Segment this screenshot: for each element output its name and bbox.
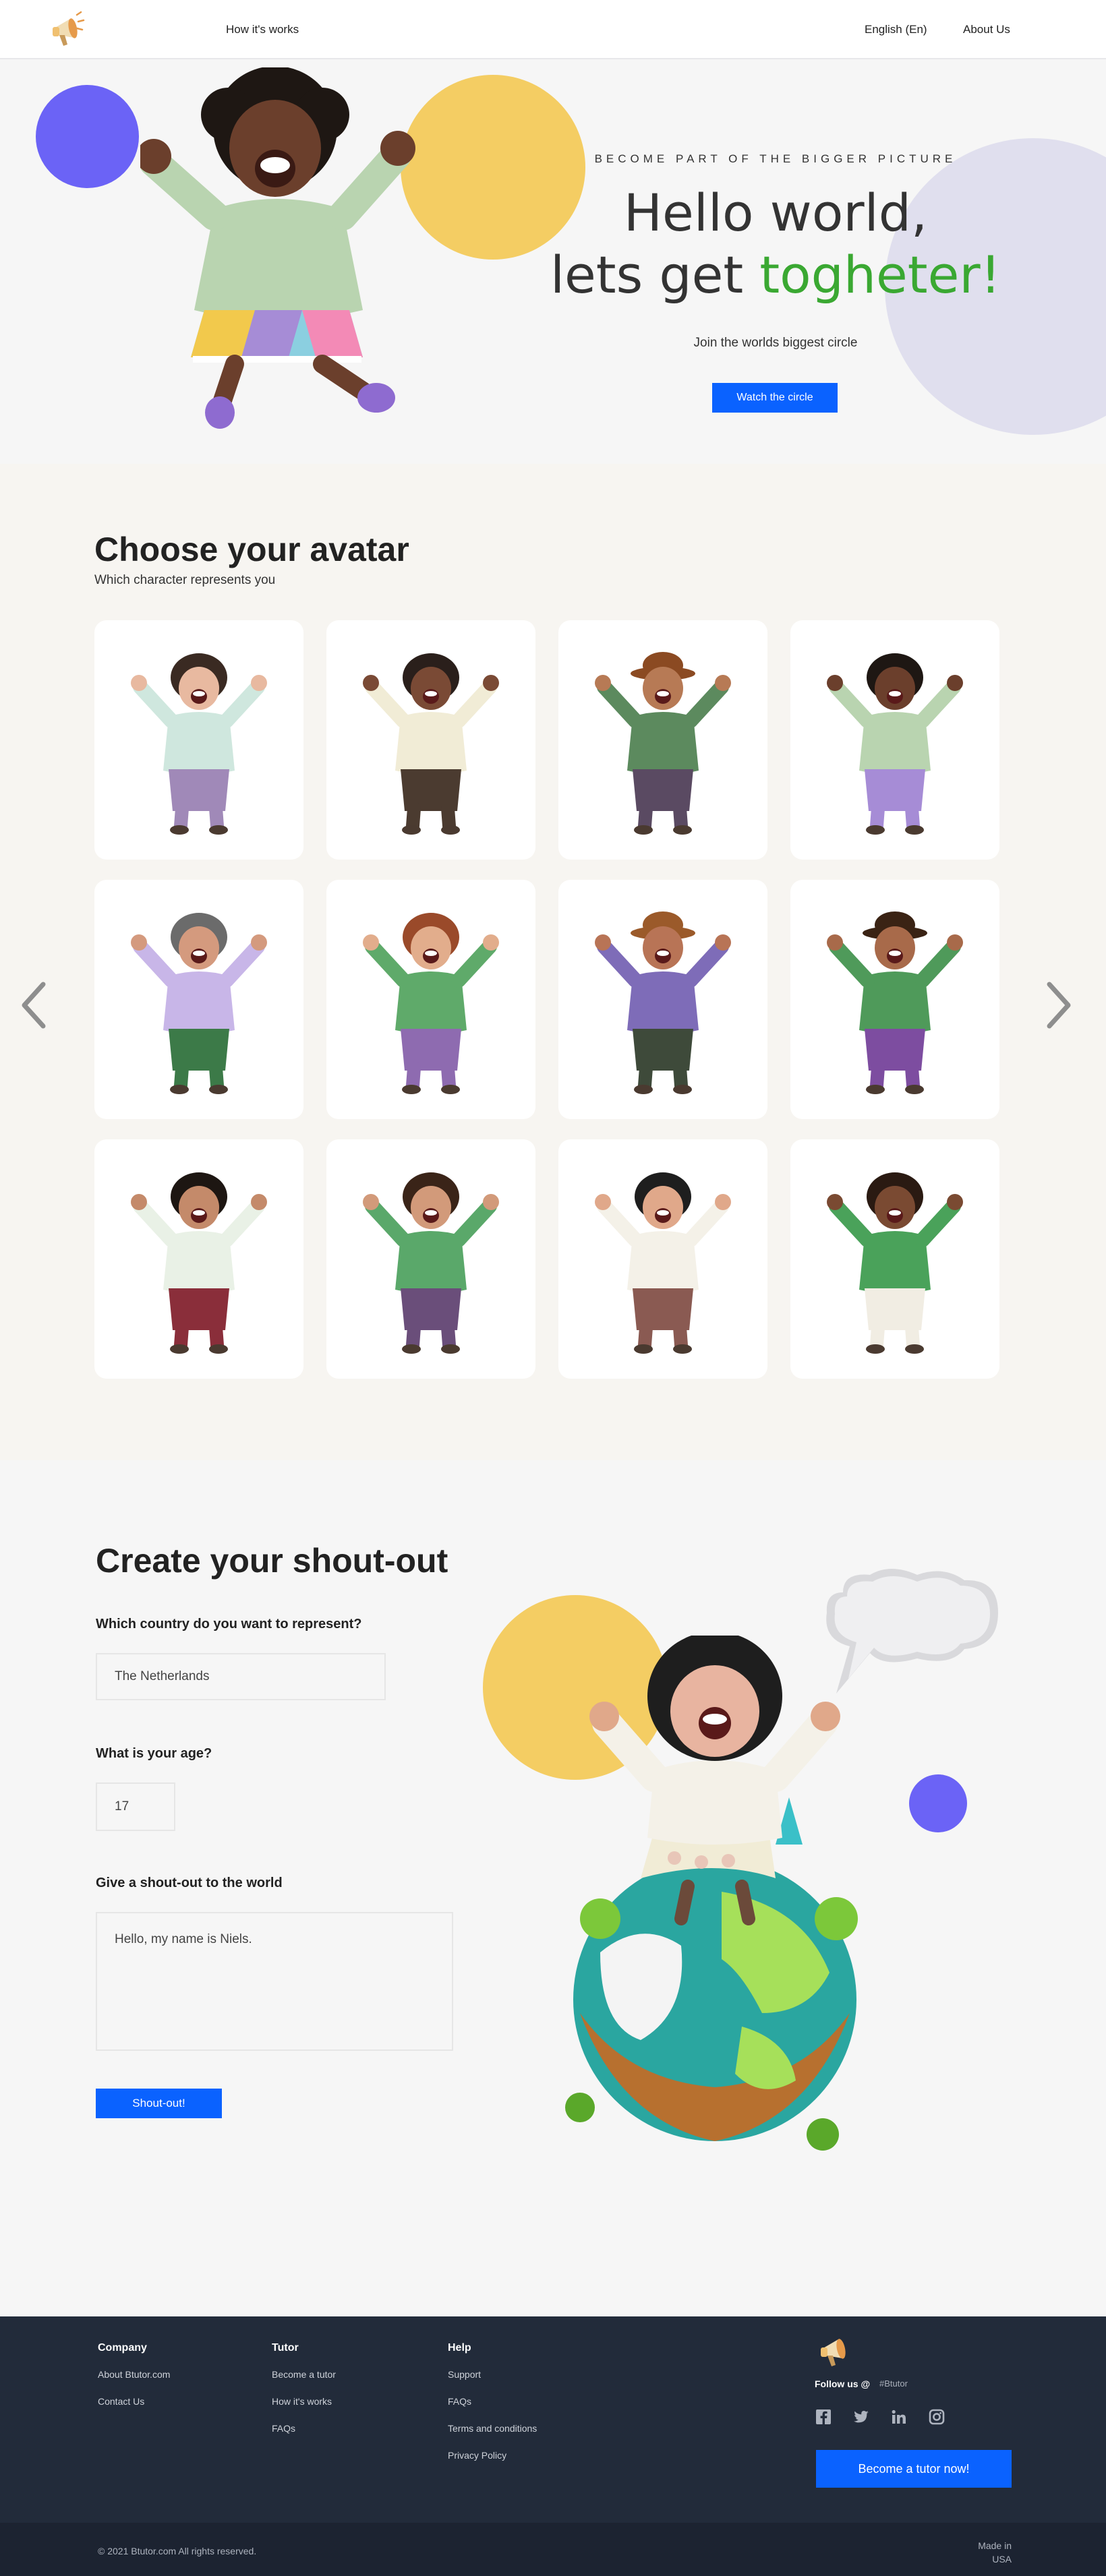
twitter-icon[interactable] xyxy=(852,2408,870,2426)
avatar-card[interactable] xyxy=(326,620,535,860)
hero-subtitle: Join the worlds biggest circle xyxy=(693,336,858,350)
top-navigation: How it's works English (En) About Us xyxy=(0,0,1106,59)
country-field[interactable]: The Netherlands xyxy=(96,1653,386,1700)
megaphone-icon[interactable] xyxy=(815,2329,856,2372)
avatar-section-title: Choose your avatar xyxy=(94,531,409,568)
footer-link-tutor-faqs[interactable]: FAQs xyxy=(272,2423,336,2434)
avatar-card[interactable] xyxy=(558,880,767,1119)
hero-headline-line2: lets get xyxy=(550,245,760,305)
avatar-card[interactable] xyxy=(94,880,303,1119)
avatar-character-image xyxy=(363,912,499,1094)
avatar-card[interactable] xyxy=(94,1139,303,1379)
country-label: Which country do you want to represent? xyxy=(96,1617,362,1631)
footer-link-terms[interactable]: Terms and conditions xyxy=(448,2423,537,2434)
hero-character-image xyxy=(140,67,415,429)
avatar-character-image xyxy=(827,1172,963,1354)
footer-company-column: Company About Btutor.com Contact Us xyxy=(98,2342,170,2423)
made-in-text: Made in USA xyxy=(964,2539,1012,2566)
hero-headline: Hello world, lets get togheter! xyxy=(533,182,1018,306)
avatar-character-image xyxy=(595,1172,731,1354)
follow-us-label: Follow us @ xyxy=(815,2378,871,2389)
decor-circle-blue xyxy=(909,1774,967,1832)
avatar-character-image xyxy=(131,912,267,1094)
avatar-card[interactable] xyxy=(558,620,767,860)
message-textarea[interactable]: Hello, my name is Niels. xyxy=(96,1912,453,2051)
shout-out-title: Create your shout-out xyxy=(96,1542,448,1580)
avatar-character-image xyxy=(827,911,963,1094)
hero-section: BECOME PART OF THE BIGGER PICTURE Hello … xyxy=(0,59,1106,464)
avatar-character-image xyxy=(363,1172,499,1354)
footer-bottom-bar: © 2021 Btutor.com All rights reserved. M… xyxy=(0,2523,1106,2576)
shout-out-section: Create your shout-out Which country do y… xyxy=(0,1460,1106,2316)
footer-link-privacy[interactable]: Privacy Policy xyxy=(448,2450,537,2461)
footer-link-how-it-works[interactable]: How it's works xyxy=(272,2396,336,2407)
avatar-character-image xyxy=(595,651,731,835)
footer-brand xyxy=(815,2329,856,2375)
avatar-character-image xyxy=(595,911,731,1094)
avatar-card[interactable] xyxy=(790,880,999,1119)
footer-link-support[interactable]: Support xyxy=(448,2369,537,2380)
footer-link-contact[interactable]: Contact Us xyxy=(98,2396,170,2407)
avatar-character-image xyxy=(131,1172,267,1354)
linkedin-icon[interactable] xyxy=(890,2408,908,2426)
footer-link-about[interactable]: About Btutor.com xyxy=(98,2369,170,2380)
girl-on-globe-image xyxy=(565,1636,858,2151)
megaphone-icon[interactable] xyxy=(47,8,88,51)
avatar-card[interactable] xyxy=(558,1139,767,1379)
message-label: Give a shout-out to the world xyxy=(96,1876,283,1890)
avatar-character-image xyxy=(363,653,499,835)
chevron-left-icon[interactable] xyxy=(13,975,54,1036)
nav-how-it-works-link[interactable]: How it's works xyxy=(226,23,299,36)
avatar-section: Choose your avatar Which character repre… xyxy=(0,464,1106,1460)
footer-tutor-column: Tutor Become a tutor How it's works FAQs xyxy=(272,2342,336,2450)
avatar-card[interactable] xyxy=(94,620,303,860)
avatar-character-image xyxy=(131,653,267,835)
site-footer: Company About Btutor.com Contact Us Tuto… xyxy=(0,2316,1106,2576)
footer-company-heading: Company xyxy=(98,2342,147,2354)
avatar-card[interactable] xyxy=(790,1139,999,1379)
watch-the-circle-button[interactable]: Watch the circle xyxy=(712,383,838,413)
footer-tutor-heading: Tutor xyxy=(272,2342,299,2354)
footer-help-column: Help Support FAQs Terms and conditions P… xyxy=(448,2342,537,2477)
nav-about-link[interactable]: About Us xyxy=(963,23,1010,36)
hero-eyebrow: BECOME PART OF THE BIGGER PICTURE xyxy=(594,152,957,165)
age-label: What is your age? xyxy=(96,1746,212,1761)
hero-headline-accent: togheter! xyxy=(759,245,1001,305)
avatar-section-subtitle: Which character represents you xyxy=(94,573,276,587)
footer-link-become-tutor[interactable]: Become a tutor xyxy=(272,2369,336,2380)
made-in-line1: Made in xyxy=(978,2540,1012,2551)
footer-link-help-faqs[interactable]: FAQs xyxy=(448,2396,537,2407)
chevron-right-icon[interactable] xyxy=(1039,975,1079,1036)
avatar-card[interactable] xyxy=(326,1139,535,1379)
shout-out-submit-button[interactable]: Shout-out! xyxy=(96,2089,222,2118)
language-selector[interactable]: English (En) xyxy=(865,23,927,36)
copyright-text: © 2021 Btutor.com All rights reserved. xyxy=(98,2546,257,2556)
instagram-icon[interactable] xyxy=(928,2408,945,2426)
avatar-card[interactable] xyxy=(326,880,535,1119)
avatar-card[interactable] xyxy=(790,620,999,860)
social-links xyxy=(815,2408,945,2426)
footer-help-heading: Help xyxy=(448,2342,471,2354)
become-a-tutor-button[interactable]: Become a tutor now! xyxy=(816,2450,1012,2488)
social-handle: #Btutor xyxy=(879,2378,908,2389)
age-field[interactable]: 17 xyxy=(96,1783,175,1831)
avatar-character-image xyxy=(827,653,963,835)
made-in-line2: USA xyxy=(992,2554,1012,2565)
decor-circle-blue xyxy=(36,85,139,188)
hero-headline-line1: Hello world, xyxy=(623,183,928,243)
facebook-icon[interactable] xyxy=(815,2408,832,2426)
